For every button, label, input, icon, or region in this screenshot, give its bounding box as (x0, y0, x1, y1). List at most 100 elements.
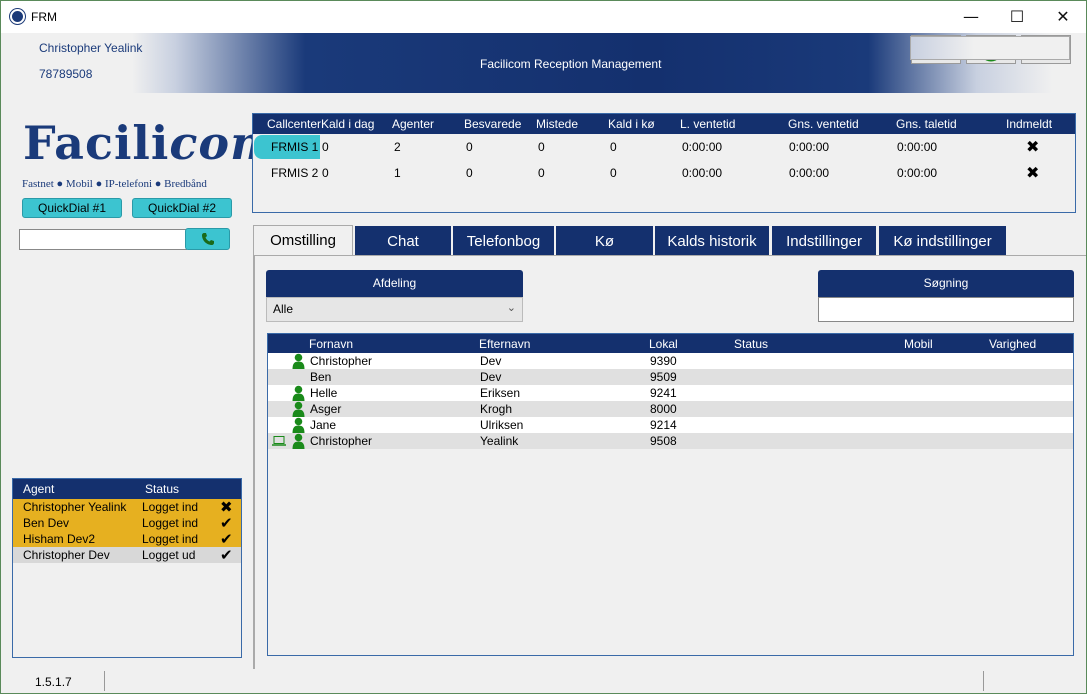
cc-avg-talk: 0:00:00 (897, 140, 938, 154)
header-status-box (910, 36, 1070, 60)
cc-missed: 0 (538, 166, 545, 180)
dial-button[interactable] (185, 228, 230, 250)
callcenter-header: Callcenter Kald i dag Agenter Besvarede … (253, 114, 1075, 134)
callcenter-panel: Callcenter Kald i dag Agenter Besvarede … (252, 113, 1076, 213)
col-answered: Besvarede (464, 117, 522, 131)
table-row[interactable]: Asger Krogh 8000 (268, 401, 1073, 417)
cc-status-icon[interactable]: ✖ (1026, 163, 1039, 182)
cc-name: FRMIS 2 (271, 166, 319, 180)
agent-panel: Agent Status Christopher Yealink Logget i… (12, 478, 242, 658)
quickdial-1-button[interactable]: QuickDial #1 (22, 198, 122, 218)
search-input[interactable] (818, 297, 1074, 322)
col-status: Status (734, 337, 769, 351)
window-title: FRM (31, 10, 57, 24)
table-row[interactable]: Ben Dev 9509 (268, 369, 1073, 385)
extension: 9214 (650, 418, 677, 432)
callcenter-row[interactable]: FRMIS 1 0 2 0 0 0 0:00:00 0:00:00 0:00:0… (253, 134, 1075, 160)
cc-avg-wait: 0:00:00 (789, 166, 830, 180)
col-callcenter: Callcenter (267, 117, 322, 131)
search-label: Søgning (818, 270, 1074, 297)
first-name: Ben (310, 370, 332, 384)
quickdial-2-button[interactable]: QuickDial #2 (132, 198, 232, 218)
department-value: Alle (273, 302, 294, 316)
status-bar: 1.5.1.7 (2, 669, 1085, 693)
callcenter-row[interactable]: FRMIS 2 0 1 0 0 0 0:00:00 0:00:00 0:00:0… (253, 160, 1075, 186)
col-longest-wait: L. ventetid (680, 117, 736, 131)
person-icon (292, 433, 305, 449)
col-missed: Mistede (536, 117, 579, 131)
tab-queue[interactable]: Kø (556, 226, 653, 255)
tab-telefonbog[interactable]: Telefonbog (453, 226, 554, 255)
dial-input[interactable] (19, 229, 187, 250)
cc-calls: 0 (322, 140, 329, 154)
agent-status: Logget ind (142, 516, 199, 530)
phone-icon (201, 233, 214, 245)
version-label: 1.5.1.7 (35, 675, 72, 689)
maximize-button[interactable]: ☐ (994, 5, 1040, 29)
extension: 9390 (650, 354, 677, 368)
agent-row[interactable]: Christopher Yealink Logget ind ✖ (13, 498, 241, 516)
minimize-button[interactable]: — (948, 5, 994, 29)
table-row[interactable]: Jane Ulriksen 9214 (268, 417, 1073, 433)
check-icon[interactable]: ✔ (220, 546, 233, 564)
col-duration: Varighed (989, 337, 1037, 351)
cc-longest: 0:00:00 (682, 140, 723, 154)
last-name: Krogh (480, 402, 513, 416)
agent-row[interactable]: Hisham Dev2 Logget ind ✔ (13, 530, 241, 548)
col-first-name: Fornavn (309, 337, 354, 351)
tab-omstilling[interactable]: Omstilling (253, 225, 353, 256)
cc-agents: 1 (394, 166, 401, 180)
close-button[interactable]: ✕ (1040, 5, 1086, 29)
col-extension: Lokal (649, 337, 678, 351)
person-icon (292, 385, 305, 401)
col-queue: Kald i kø (608, 117, 655, 131)
agent-row[interactable]: Ben Dev Logget ind ✔ (13, 514, 241, 532)
agent-header: Agent Status (13, 479, 241, 499)
department-filter: Afdeling Alle ⌄ (266, 270, 523, 322)
cc-calls: 0 (322, 166, 329, 180)
table-row[interactable]: Christopher Yealink 9508 (268, 433, 1073, 449)
agent-name: Ben Dev (23, 516, 70, 530)
tab-call-history[interactable]: Kalds historik (655, 226, 769, 255)
cc-missed: 0 (538, 140, 545, 154)
app-icon (10, 9, 25, 24)
person-icon (292, 417, 305, 433)
user-extension: 78789508 (39, 67, 93, 81)
last-name: Ulriksen (480, 418, 524, 432)
tab-chat[interactable]: Chat (355, 226, 451, 255)
cc-answered: 0 (466, 140, 473, 154)
agent-status: Logget ind (142, 532, 199, 546)
first-name: Helle (310, 386, 338, 400)
directory-header: Fornavn Efternavn Lokal Status Mobil Var… (268, 334, 1073, 353)
tab-settings[interactable]: Indstillinger (772, 226, 876, 255)
status-divider (983, 671, 984, 691)
agent-row[interactable]: Christopher Dev Logget ud ✔ (13, 546, 241, 564)
status-divider (104, 671, 105, 691)
first-name: Jane (310, 418, 337, 432)
last-name: Dev (480, 354, 502, 368)
cc-agents: 2 (394, 140, 401, 154)
app-title: Facilicom Reception Management (480, 57, 662, 71)
extension: 9509 (650, 370, 677, 384)
department-select[interactable]: Alle ⌄ (266, 297, 523, 322)
cc-status-icon[interactable]: ✖ (1026, 137, 1039, 156)
table-row[interactable]: Helle Eriksen 9241 (268, 385, 1073, 401)
col-agent: Agent (23, 482, 55, 496)
extension: 9241 (650, 386, 677, 400)
search-box: Søgning (818, 270, 1074, 322)
cc-queue: 0 (610, 166, 617, 180)
tab-queue-settings[interactable]: Kø indstillinger (879, 226, 1006, 255)
col-agent-status: Status (145, 482, 180, 496)
col-avg-wait: Gns. ventetid (788, 117, 859, 131)
last-name: Yealink (480, 434, 519, 448)
extension: 8000 (650, 402, 677, 416)
cc-longest: 0:00:00 (682, 166, 723, 180)
agent-name: Christopher Yealink (23, 500, 127, 514)
col-avg-talk: Gns. taletid (896, 117, 957, 131)
col-agents: Agenter (392, 117, 435, 131)
agent-name: Christopher Dev (23, 548, 110, 562)
directory-grid: Fornavn Efternavn Lokal Status Mobil Var… (267, 333, 1074, 656)
table-row[interactable]: Christopher Dev 9390 (268, 353, 1073, 369)
col-last-name: Efternavn (479, 337, 531, 351)
chevron-down-icon: ⌄ (506, 301, 516, 314)
